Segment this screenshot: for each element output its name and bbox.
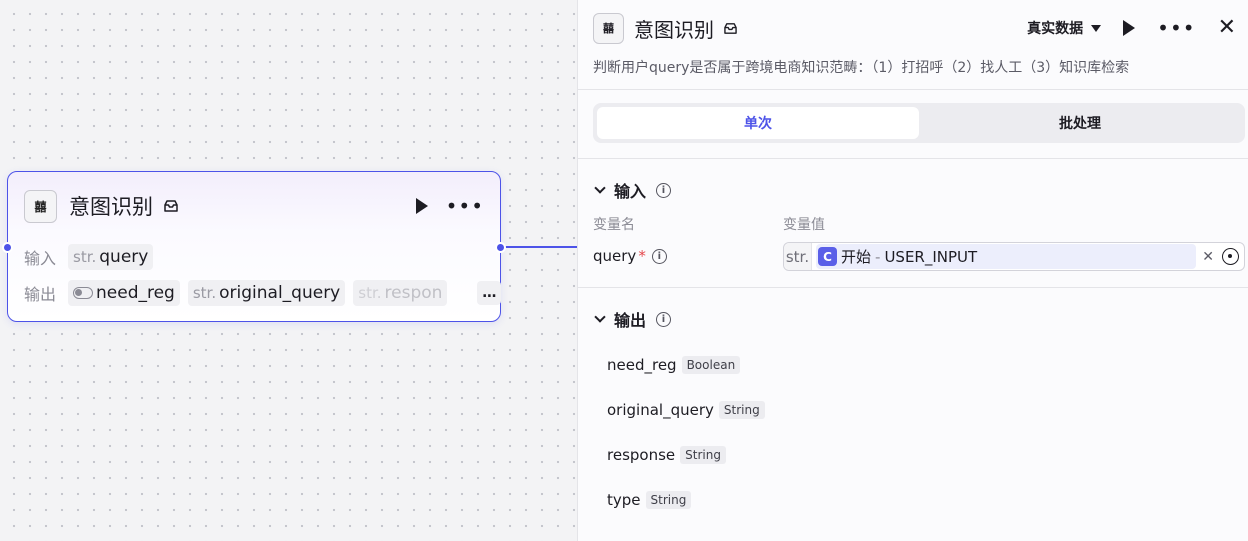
node-more-icon[interactable]: ••• <box>446 196 484 216</box>
clear-icon[interactable]: ✕ <box>1202 249 1214 265</box>
more-icon[interactable]: ••• <box>1157 18 1195 38</box>
data-source-select[interactable]: 真实数据 <box>1027 18 1102 38</box>
node-description: 判断用户query是否属于跨境电商知识范畴：（1）打招呼（2）找人工（3）知识库… <box>593 60 1130 76</box>
type-prefix: str. <box>73 248 97 266</box>
ref-node-name: 开始 <box>841 248 872 266</box>
chevron-down-icon <box>594 182 606 194</box>
output-type-badge: String <box>645 491 692 509</box>
node-output-tag: need_reg <box>68 280 180 306</box>
run-node-icon[interactable] <box>415 198 428 214</box>
divider <box>578 287 1248 288</box>
tag-name: query <box>99 247 149 267</box>
input-section-toggle[interactable]: 输入 i <box>594 178 672 202</box>
node-type-icon: 囍 <box>24 189 57 223</box>
required-mark: * <box>638 247 646 265</box>
data-source-label: 真实数据 <box>1027 21 1084 37</box>
tag-name: original_query <box>219 283 341 303</box>
node-title: 意图识别 <box>69 195 153 219</box>
panel-node-icon: 囍 <box>593 12 624 44</box>
run-mode-tabs: 单次 批处理 <box>593 103 1245 143</box>
divider <box>578 158 1248 159</box>
node-output-tag: str. respon <box>353 280 448 306</box>
close-icon[interactable]: ✕ <box>1218 17 1236 39</box>
output-item: original_query String <box>607 401 765 419</box>
tag-name: respon <box>384 283 443 303</box>
output-item: response String <box>607 446 726 464</box>
output-type-badge: String <box>718 401 765 419</box>
output-name: response <box>607 446 676 464</box>
output-type-badge: Boolean <box>681 356 741 374</box>
node-input-tag: str. query <box>68 244 154 270</box>
output-name: type <box>607 491 641 509</box>
value-type: str. <box>784 243 812 270</box>
node-header: 囍 意图识别 ••• <box>24 189 484 223</box>
column-label-value: 变量值 <box>783 217 825 233</box>
tray-icon <box>724 22 737 34</box>
column-label-name: 变量名 <box>593 217 635 233</box>
node-input-label: 输入 <box>24 249 57 268</box>
info-icon[interactable]: i <box>656 182 672 198</box>
start-node-icon: C <box>818 247 837 266</box>
more-outputs-button[interactable]: … <box>477 281 502 305</box>
tab-single[interactable]: 单次 <box>597 107 919 139</box>
variable-reference[interactable]: C 开始 - USER_INPUT <box>816 244 1197 269</box>
output-port[interactable] <box>495 242 506 253</box>
intent-node[interactable]: 囍 意图识别 ••• 输入 str. query 输出 need_reg str… <box>2 171 506 322</box>
node-input-row: 输入 str. query <box>24 244 154 270</box>
ref-separator: - <box>875 247 881 266</box>
panel-header: 囍 意图识别 真实数据 ••• ✕ <box>593 12 1236 44</box>
node-output-label: 输出 <box>24 285 57 304</box>
boolean-icon <box>73 287 93 299</box>
run-icon[interactable] <box>1123 20 1136 36</box>
tab-batch[interactable]: 批处理 <box>919 107 1241 139</box>
connection-edge[interactable] <box>501 246 577 248</box>
node-output-row: 输出 need_reg str. original_query str. res… <box>24 280 502 306</box>
tray-icon <box>164 200 178 212</box>
workflow-canvas[interactable]: 囍 意图识别 ••• 输入 str. query 输出 need_reg str… <box>0 0 577 541</box>
info-icon[interactable]: i <box>651 248 667 264</box>
output-name: original_query <box>607 401 714 419</box>
section-title: 输出 <box>614 311 647 330</box>
output-section-toggle[interactable]: 输出 i <box>594 307 672 331</box>
output-item: need_reg Boolean <box>607 356 741 374</box>
output-item: type String <box>607 491 692 509</box>
variable-name-text: query <box>593 247 637 265</box>
section-title: 输入 <box>614 182 647 201</box>
panel-title: 意图识别 <box>634 17 714 42</box>
target-icon[interactable] <box>1222 248 1239 265</box>
variable-name: query * i <box>593 247 667 265</box>
type-prefix: str. <box>192 284 217 302</box>
output-name: need_reg <box>607 356 677 374</box>
output-type-badge: String <box>680 446 726 464</box>
node-output-tag: str. original_query <box>187 280 346 306</box>
input-port[interactable] <box>2 242 13 253</box>
node-detail-panel: 囍 意图识别 真实数据 ••• ✕ 判断用户query是否属于跨境电商知识范畴：… <box>577 0 1248 541</box>
divider <box>578 89 1248 90</box>
tag-name: need_reg <box>96 283 175 303</box>
ref-variable-name: USER_INPUT <box>884 247 978 266</box>
caret-down-icon <box>1091 24 1102 32</box>
type-prefix: str. <box>358 284 382 302</box>
chevron-down-icon <box>594 311 606 323</box>
variable-value-field[interactable]: str. C 开始 - USER_INPUT ✕ <box>783 242 1245 271</box>
info-icon[interactable]: i <box>656 311 672 327</box>
